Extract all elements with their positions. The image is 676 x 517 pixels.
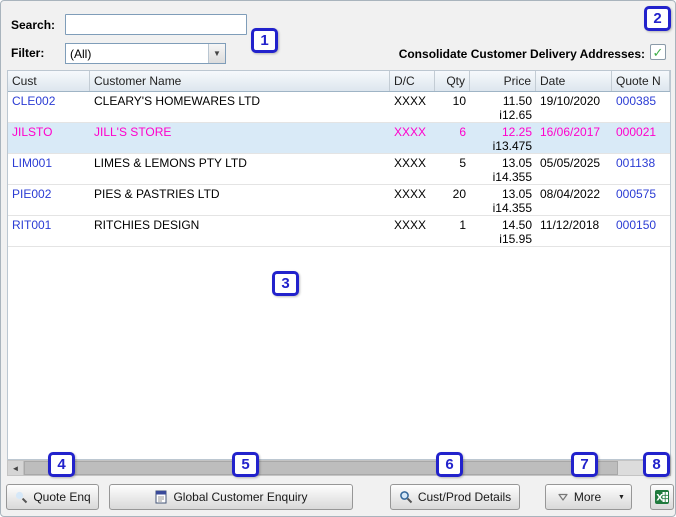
cell-cust: CLE002 [8,92,90,122]
price-ex-tax: 13.05 [474,156,532,170]
table-row[interactable]: PIE002 PIES & PASTRIES LTD XXXX 20 13.05… [8,185,670,216]
cust-prod-details-label: Cust/Prod Details [418,490,511,504]
consolidate-addresses-label: Consolidate Customer Delivery Addresses: [399,47,645,61]
cell-date: 08/04/2022 [536,185,612,215]
cell-cust: LIM001 [8,154,90,184]
search-input[interactable] [65,14,247,35]
column-header-customer-name[interactable]: Customer Name [90,71,390,91]
cell-date: 05/05/2025 [536,154,612,184]
cell-cust: JILSTO [8,123,90,153]
column-header-qty[interactable]: Qty [435,71,470,91]
column-header-dc[interactable]: D/C [390,71,435,91]
search-icon [399,490,413,504]
cell-price: 12.25 i13.475 [470,123,536,153]
price-ex-tax: 13.05 [474,187,532,201]
cell-quote-no: 001138 [612,154,670,184]
cell-dc: XXXX [390,185,435,215]
callout-8: 8 [643,452,670,477]
cell-customer-name: JILL'S STORE [90,123,390,153]
quotes-enquiry-window: Search: Filter: (All) ▼ Consolidate Cust… [0,0,676,517]
more-label: More [574,490,601,504]
svg-text:X: X [656,494,663,504]
cell-quote-no: 000150 [612,216,670,246]
cell-customer-name: PIES & PASTRIES LTD [90,185,390,215]
callout-5: 5 [232,452,259,477]
cell-dc: XXXX [390,154,435,184]
cell-price: 14.50 i15.95 [470,216,536,246]
callout-3: 3 [272,271,299,296]
global-customer-enquiry-button[interactable]: Global Customer Enquiry [109,484,353,510]
column-header-cust[interactable]: Cust [8,71,90,91]
cell-qty: 5 [435,154,470,184]
price-ex-tax: 14.50 [474,218,532,232]
price-inc-tax: i12.65 [474,108,532,122]
cell-date: 19/10/2020 [536,92,612,122]
cell-quote-no: 000021 [612,123,670,153]
column-header-date[interactable]: Date [536,71,612,91]
cell-quote-no: 000385 [612,92,670,122]
callout-7: 7 [571,452,598,477]
cell-qty: 6 [435,123,470,153]
cell-dc: XXXX [390,216,435,246]
search-label: Search: [11,18,55,32]
cell-quote-no: 000575 [612,185,670,215]
filter-label: Filter: [11,46,44,60]
table-row[interactable]: LIM001 LIMES & LEMONS PTY LTD XXXX 5 13.… [8,154,670,185]
chevron-down-icon [557,491,569,503]
scroll-left-arrow-icon[interactable]: ◄ [8,461,24,475]
global-customer-enquiry-label: Global Customer Enquiry [173,490,307,504]
quote-enq-label: Quote Enq [33,490,90,504]
cell-customer-name: CLEARY'S HOMEWARES LTD [90,92,390,122]
cell-cust: PIE002 [8,185,90,215]
callout-2: 2 [644,6,671,31]
cell-date: 11/12/2018 [536,216,612,246]
price-inc-tax: i14.355 [474,170,532,184]
table-header-row: Cust Customer Name D/C Qty Price Date Qu… [8,71,670,92]
table-row[interactable]: CLE002 CLEARY'S HOMEWARES LTD XXXX 10 11… [8,92,670,123]
more-dropdown-arrow-button[interactable]: ▼ [612,484,632,510]
table-row-selected[interactable]: JILSTO JILL'S STORE XXXX 6 12.25 i13.475… [8,123,670,154]
filter-selected-value: (All) [66,47,208,61]
price-ex-tax: 11.50 [474,94,532,108]
cell-cust: RIT001 [8,216,90,246]
export-to-excel-button[interactable]: X [650,484,674,510]
cell-qty: 1 [435,216,470,246]
column-header-quote-no[interactable]: Quote N [612,71,670,91]
more-button[interactable]: More [545,484,613,510]
callout-4: 4 [48,452,75,477]
cell-dc: XXXX [390,123,435,153]
filter-dropdown[interactable]: (All) ▼ [65,43,226,64]
consolidate-addresses-checkbox[interactable]: ✓ [650,44,666,60]
cell-dc: XXXX [390,92,435,122]
column-header-price[interactable]: Price [470,71,536,91]
price-inc-tax: i13.475 [474,139,532,153]
cell-price: 11.50 i12.65 [470,92,536,122]
dropdown-arrow-icon: ▼ [618,494,625,501]
cell-qty: 10 [435,92,470,122]
search-icon [14,490,28,504]
cell-price: 13.05 i14.355 [470,154,536,184]
report-icon [154,490,168,504]
cust-prod-details-button[interactable]: Cust/Prod Details [390,484,520,510]
cell-price: 13.05 i14.355 [470,185,536,215]
callout-1: 1 [251,28,278,53]
price-inc-tax: i14.355 [474,201,532,215]
scrollbar-thumb[interactable] [24,461,618,475]
callout-6: 6 [436,452,463,477]
table-row[interactable]: RIT001 RITCHIES DESIGN XXXX 1 14.50 i15.… [8,216,670,247]
price-inc-tax: i15.95 [474,232,532,246]
cell-qty: 20 [435,185,470,215]
chevron-down-icon[interactable]: ▼ [208,44,225,63]
check-icon: ✓ [653,46,664,59]
cell-customer-name: RITCHIES DESIGN [90,216,390,246]
price-ex-tax: 12.25 [474,125,532,139]
cell-date: 16/06/2017 [536,123,612,153]
quotes-table: Cust Customer Name D/C Qty Price Date Qu… [7,70,671,460]
quote-enq-button[interactable]: Quote Enq [6,484,99,510]
cell-customer-name: LIMES & LEMONS PTY LTD [90,154,390,184]
excel-icon: X [654,489,670,505]
